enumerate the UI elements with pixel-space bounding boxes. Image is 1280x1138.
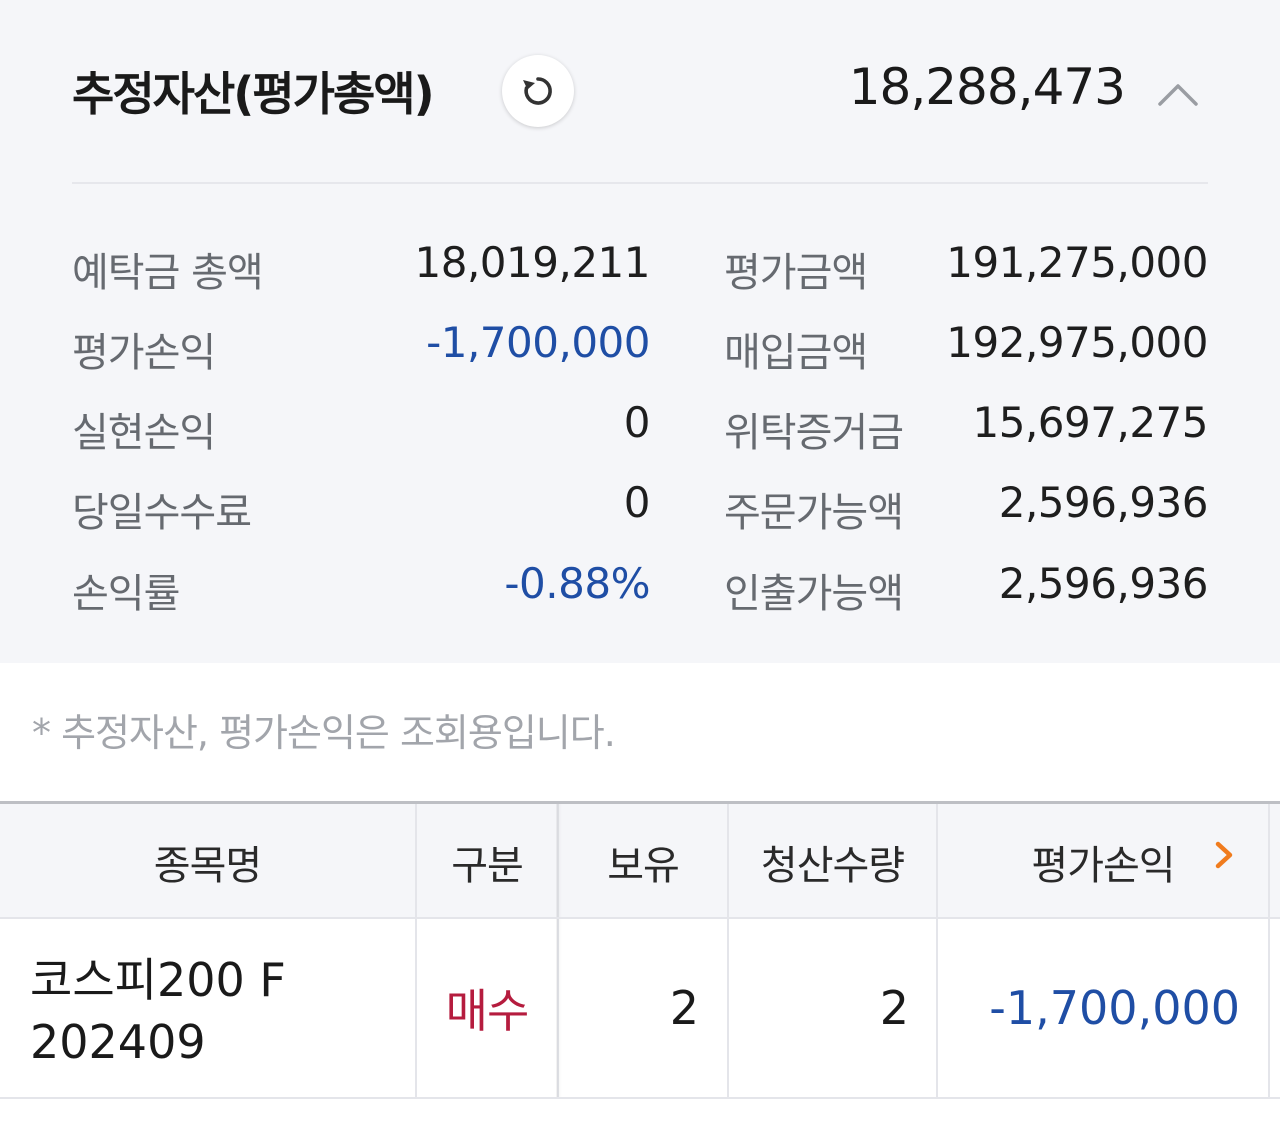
withdrawable-amount-value: 2,596,936 <box>998 559 1209 608</box>
buy-badge: 매수 <box>445 984 530 1038</box>
item-name-line2: 202409 <box>30 1015 206 1069</box>
return-rate-label: 손익률 <box>72 571 180 617</box>
header-holding: 보유 <box>607 842 680 889</box>
pnl-cell: -1,700,000 <box>989 981 1240 1035</box>
holding-cell: 2 <box>669 981 699 1035</box>
table-header: 종목명 구분 보유 청산수량 평가손익 <box>0 801 1280 919</box>
column-divider <box>1268 804 1270 917</box>
asset-summary-panel: 추정자산(평가총액) 18,288,473 예탁금 총액 18,019,211 … <box>0 0 1280 663</box>
orderable-amount-value: 2,596,936 <box>998 478 1209 527</box>
valuation-amount-value: 191,275,000 <box>946 238 1208 287</box>
orderable-amount-label: 주문가능액 <box>724 490 904 536</box>
chevron-up-icon[interactable] <box>1154 78 1202 110</box>
refresh-icon <box>523 77 552 105</box>
valuation-amount-label: 평가금액 <box>724 250 868 296</box>
header-item-name: 종목명 <box>153 842 262 889</box>
type-cell: 매수 <box>417 919 557 1097</box>
estimated-assets-title: 추정자산(평가총액) <box>72 67 435 121</box>
realized-pnl-label: 실현손익 <box>72 410 216 456</box>
margin-deposit-label: 위탁증거금 <box>724 410 904 456</box>
table-row[interactable]: 코스피200 F 202409 매수 2 2 -1,700,000 <box>0 919 1280 1099</box>
margin-deposit-value: 15,697,275 <box>972 398 1209 447</box>
item-name-cell: 코스피200 F 202409 <box>30 949 410 1073</box>
header-type: 구분 <box>451 842 524 889</box>
realized-pnl-value: 0 <box>623 398 651 447</box>
estimated-assets-total: 18,288,473 <box>848 58 1126 116</box>
deposit-total-value: 18,019,211 <box>414 238 651 287</box>
item-name-line1: 코스피200 F <box>30 953 286 1007</box>
valuation-pnl-value: -1,700,000 <box>426 318 650 367</box>
column-divider <box>1268 919 1270 1097</box>
withdrawable-amount-label: 인출가능액 <box>724 571 904 617</box>
positions-table: 종목명 구분 보유 청산수량 평가손익 코스피200 F 202409 매수 2… <box>0 801 1280 1101</box>
summary-divider <box>72 182 1208 184</box>
return-rate-value: -0.88% <box>504 559 650 608</box>
deposit-total-label: 예탁금 총액 <box>72 250 264 296</box>
header-close-qty: 청산수량 <box>760 842 905 889</box>
inquiry-note: * 추정자산, 평가손익은 조회용입니다. <box>32 711 616 755</box>
refresh-button[interactable] <box>502 55 574 127</box>
purchase-amount-value: 192,975,000 <box>946 318 1208 367</box>
daily-fee-label: 당일수수료 <box>72 490 252 536</box>
purchase-amount-label: 매입금액 <box>724 330 868 376</box>
valuation-pnl-label: 평가손익 <box>72 330 216 376</box>
close-qty-cell: 2 <box>879 981 909 1035</box>
chevron-right-icon[interactable] <box>1212 838 1238 872</box>
daily-fee-value: 0 <box>623 478 651 527</box>
